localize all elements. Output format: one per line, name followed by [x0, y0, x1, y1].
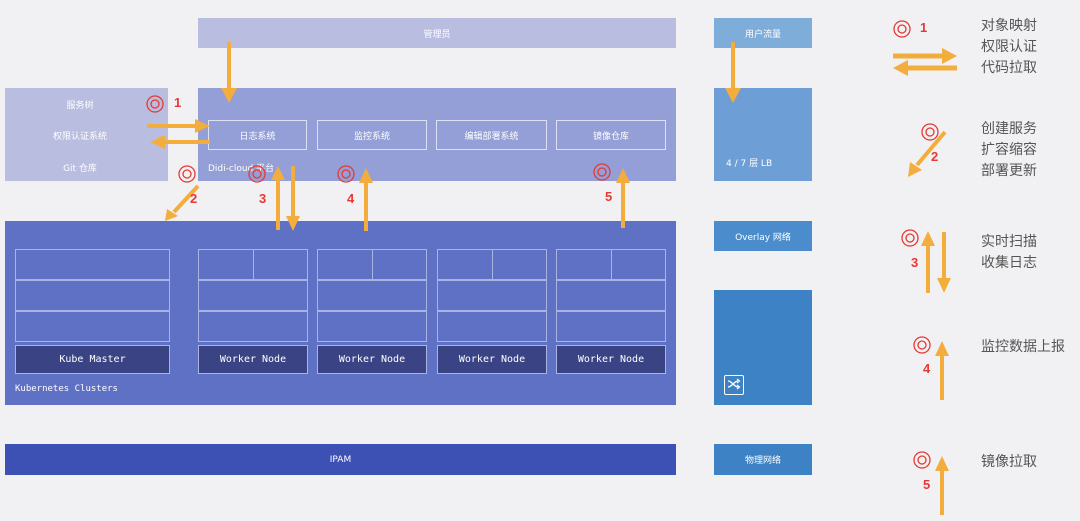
legend-arrow-5: [935, 456, 949, 515]
legend-arrow-3: [921, 231, 951, 293]
legend-text-5: 镜像拉取: [981, 454, 1037, 470]
marker-number-4: 4: [347, 191, 355, 206]
bidirectional-arrow-3: [271, 166, 300, 231]
up-arrow-4: [359, 168, 373, 231]
marker-circles: [146, 20, 939, 469]
legend-arrow-1: [893, 48, 957, 76]
admin-to-platform-arrow: [221, 42, 237, 103]
legend-text-2: 创建服务 扩容缩容 部署更新: [981, 121, 1037, 179]
legend-number-4: 4: [923, 361, 931, 376]
legend-number-5: 5: [923, 477, 931, 492]
legend-number-3: 3: [911, 255, 919, 270]
marker-number-3: 3: [259, 191, 267, 206]
marker-number-1: 1: [174, 95, 182, 110]
legend-text-4: 监控数据上报: [981, 339, 1065, 355]
legend-number-2: 2: [931, 149, 939, 164]
marker-number-5: 5: [605, 189, 613, 204]
legend-text-3: 实时扫描 收集日志: [981, 234, 1037, 271]
up-arrow-5: [616, 168, 630, 228]
user-to-lb-arrow: [725, 42, 741, 103]
legend-arrow-4: [935, 341, 949, 400]
exchange-arrow-1: [147, 119, 210, 149]
legend-number-1: 1: [920, 20, 928, 35]
marker-number-2: 2: [190, 191, 198, 206]
legend-text-1: 对象映射 权限认证 代码拉取: [981, 18, 1037, 76]
